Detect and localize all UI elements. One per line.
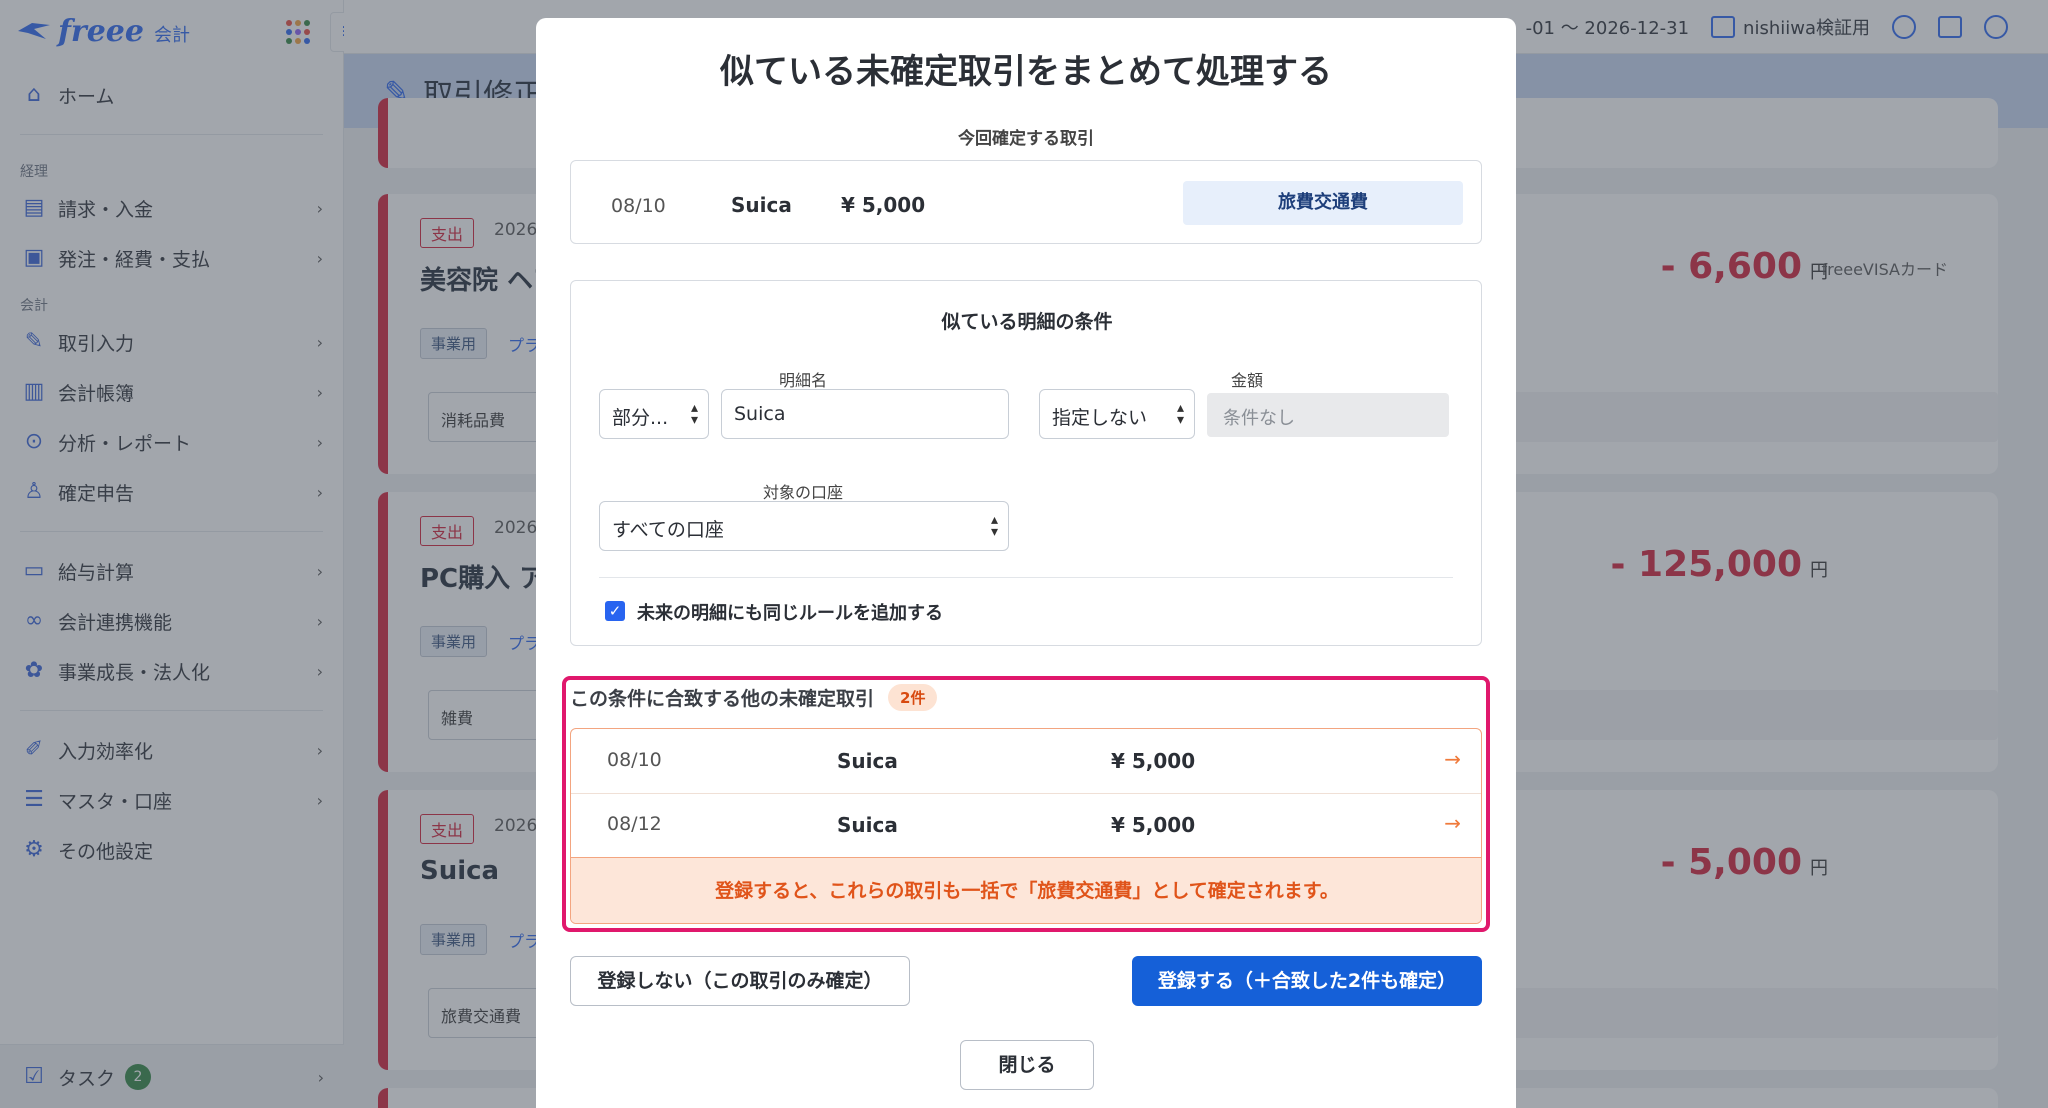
current-account-tag: 旅費交通費: [1183, 181, 1463, 225]
account-label: 対象の口座: [763, 483, 844, 502]
match-name: Suica: [837, 813, 898, 837]
matches-list: 08/10 Suica ¥ 5,000 → 08/12 Suica ¥ 5,00…: [570, 728, 1482, 924]
current-date: 08/10: [611, 195, 666, 217]
match-type-value: 部分...: [612, 407, 669, 429]
current-name: Suica: [731, 193, 792, 217]
amount-label: 金額: [1231, 371, 1264, 390]
description-label: 明細名: [779, 371, 828, 390]
matches-heading-text: この条件に合致する他の未確定取引: [570, 688, 875, 710]
amount-mode-value: 指定しない: [1052, 407, 1148, 429]
amount-mode-select[interactable]: 指定しない ▴ ▾: [1039, 389, 1195, 439]
current-transaction-box: 08/10 Suica ¥ 5,000 旅費交通費: [570, 160, 1482, 244]
match-name: Suica: [837, 749, 898, 773]
future-rule-checkbox[interactable]: ✓: [605, 601, 625, 621]
divider: [599, 577, 1453, 578]
account-select[interactable]: すべての口座 ▴ ▾: [599, 501, 1009, 551]
bulk-process-modal: 似ている未確定取引をまとめて処理する 今回確定する取引 08/10 Suica …: [536, 18, 1516, 1108]
conditions-title: 似ている明細の条件: [941, 311, 1113, 333]
match-row[interactable]: 08/12 Suica ¥ 5,000 →: [571, 793, 1481, 857]
match-amount: ¥ 5,000: [1111, 749, 1196, 773]
match-date: 08/12: [607, 813, 662, 835]
match-count-badge: 2件: [888, 684, 938, 711]
arrow-right-icon[interactable]: →: [1444, 747, 1461, 771]
description-value: Suica: [734, 403, 786, 425]
skip-register-button[interactable]: 登録しない（この取引のみ確定）: [570, 956, 910, 1006]
amount-placeholder: 条件なし: [1223, 408, 1295, 429]
match-amount: ¥ 5,000: [1111, 813, 1196, 837]
updown-arrow-icon: ▴ ▾: [990, 512, 998, 540]
bulk-confirm-note: 登録すると、これらの取引も一括で「旅費交通費」として確定されます。: [571, 857, 1481, 923]
matches-heading: この条件に合致する他の未確定取引 2件: [570, 684, 938, 711]
description-input[interactable]: Suica: [721, 389, 1009, 439]
updown-arrow-icon: ▴ ▾: [690, 400, 698, 428]
conditions-box: 似ている明細の条件 明細名 部分... ▴ ▾ Suica 金額 指定しない ▴ ▾…: [570, 280, 1482, 646]
match-row[interactable]: 08/10 Suica ¥ 5,000 →: [571, 729, 1481, 793]
arrow-right-icon[interactable]: →: [1444, 811, 1461, 835]
match-type-select[interactable]: 部分... ▴ ▾: [599, 389, 709, 439]
current-amount: ¥ 5,000: [841, 193, 926, 217]
current-transaction-label: 今回確定する取引: [958, 129, 1094, 149]
register-button[interactable]: 登録する（＋合致した2件も確定）: [1132, 956, 1482, 1006]
updown-arrow-icon: ▴ ▾: [1176, 400, 1184, 428]
match-date: 08/10: [607, 749, 662, 771]
future-rule-label[interactable]: 未来の明細にも同じルールを追加する: [637, 599, 943, 625]
close-button[interactable]: 閉じる: [960, 1040, 1094, 1090]
amount-input: 条件なし: [1207, 393, 1449, 437]
account-value: すべての口座: [612, 519, 724, 541]
modal-title: 似ている未確定取引をまとめて処理する: [720, 52, 1332, 92]
